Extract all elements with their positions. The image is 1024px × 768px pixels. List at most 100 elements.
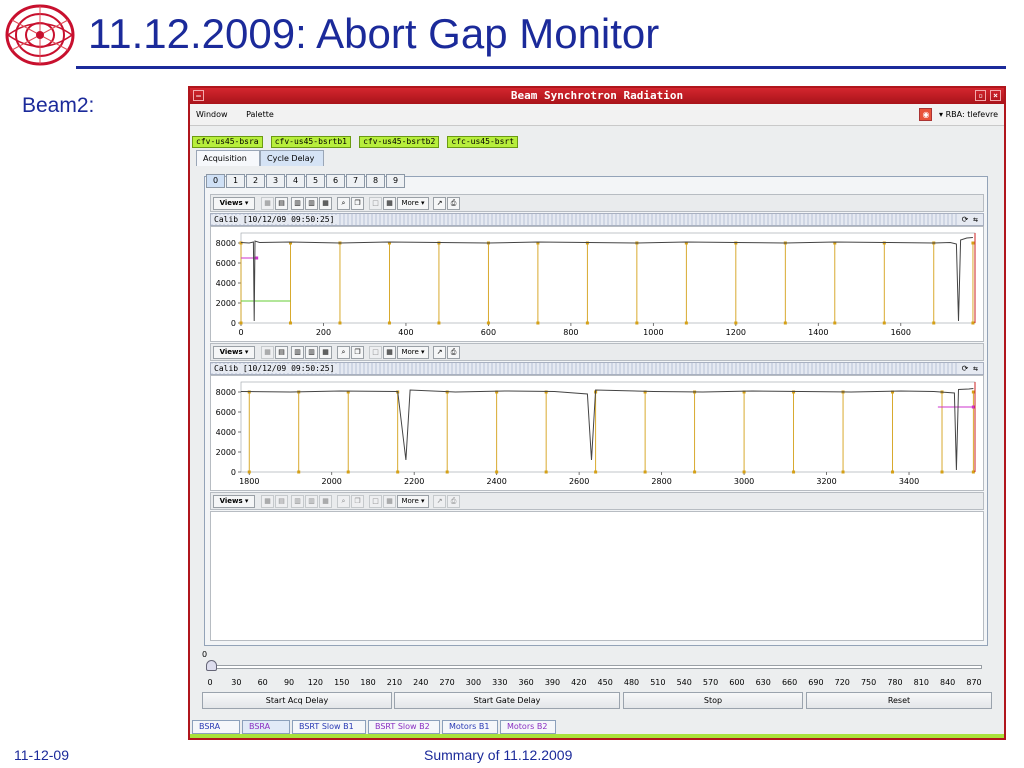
slider-track[interactable] xyxy=(208,665,982,669)
outer-tab-bar: Acquisition Cycle Delay xyxy=(196,150,1004,166)
window-titlebar[interactable]: – Beam Synchrotron Radiation ▫ × xyxy=(190,88,1004,104)
tab-index-2[interactable]: 2 xyxy=(246,174,265,188)
device-chip[interactable]: cfv-us45-bsrtb1 xyxy=(270,136,351,148)
tab-index-7[interactable]: 7 xyxy=(346,174,365,188)
marker-point xyxy=(891,470,895,474)
split-two-icon[interactable]: ▥ xyxy=(305,197,318,210)
reset-button[interactable]: Reset xyxy=(806,692,992,709)
menu-window[interactable]: Window xyxy=(196,110,228,119)
split-two-icon[interactable]: ▥ xyxy=(305,346,318,359)
marker-point xyxy=(971,321,975,325)
slider-tick-label: 0 xyxy=(207,678,213,687)
tab-bsra-b2[interactable]: BSRA B2 xyxy=(242,720,290,738)
slider-tick-label: 60 xyxy=(257,678,268,687)
maximize-icon[interactable]: ▫ xyxy=(975,90,986,101)
slider-tick-label: 570 xyxy=(702,678,719,687)
split-three-icon[interactable]: ▦ xyxy=(319,346,332,359)
tab-index-6[interactable]: 6 xyxy=(326,174,345,188)
marker-point xyxy=(544,470,548,474)
tab-index-4[interactable]: 4 xyxy=(286,174,305,188)
tab-motors-b2[interactable]: Motors B2 xyxy=(500,720,556,734)
tab-index-5[interactable]: 5 xyxy=(306,174,325,188)
marker-point xyxy=(971,470,975,474)
more-button[interactable]: More ▾ xyxy=(397,495,429,508)
print-icon[interactable]: ⎙ xyxy=(447,197,460,210)
y-tick-label: 4000 xyxy=(216,428,236,437)
slider-tick-label: 420 xyxy=(571,678,587,687)
table-icon[interactable]: ▦ xyxy=(383,197,396,210)
close-icon[interactable]: × xyxy=(990,90,1001,101)
tab-bsrt-slow-b1[interactable]: BSRT Slow B1 xyxy=(292,720,366,734)
slider-thumb[interactable] xyxy=(206,660,217,671)
marker-point xyxy=(247,470,251,474)
tab-bsrt-slow-b2[interactable]: BSRT Slow B2 xyxy=(368,720,440,734)
rba-power-icon[interactable]: ◉ xyxy=(919,108,933,121)
more-label: More xyxy=(401,497,419,505)
action-buttons: Start Acq Delay Start Gate Delay Stop Re… xyxy=(202,692,992,710)
split-three-icon[interactable]: ▦ xyxy=(319,197,332,210)
marker-point xyxy=(486,321,490,325)
start-acq-delay-button[interactable]: Start Acq Delay xyxy=(202,692,392,709)
tab-cycle-delay[interactable]: Cycle Delay xyxy=(260,150,324,166)
empty-chart-panel xyxy=(210,511,984,641)
zoom-icon[interactable]: ⌕ xyxy=(337,346,350,359)
tab-index-9[interactable]: 9 xyxy=(386,174,405,188)
stop-button[interactable]: Stop xyxy=(623,692,803,709)
zoom-icon[interactable]: ⌕ xyxy=(337,197,350,210)
blank-icon[interactable]: □ xyxy=(369,197,382,210)
grid-icon[interactable]: ▦ xyxy=(261,346,274,359)
copy-icon[interactable]: ❐ xyxy=(351,197,364,210)
tab-index-1[interactable]: 1 xyxy=(226,174,245,188)
marker-point xyxy=(684,321,688,325)
slider-tick-label: 150 xyxy=(334,678,350,687)
window-menu-icon[interactable]: – xyxy=(193,90,204,101)
blank-icon[interactable]: □ xyxy=(369,346,382,359)
refresh-icon[interactable]: ⟳ ⇆ xyxy=(958,363,981,374)
device-chip[interactable]: cfv-us45-bsrtb2 xyxy=(359,136,440,148)
more-button[interactable]: More ▾ xyxy=(397,346,429,359)
marker-point xyxy=(940,470,944,474)
tab-acquisition[interactable]: Acquisition xyxy=(196,150,260,166)
marker-point xyxy=(971,390,975,394)
print-icon[interactable]: ⎙ xyxy=(447,346,460,359)
delay-slider-area: 0 0 30 60 90 120 150 180 210 240 270 300 330 360 390 4… xyxy=(200,648,990,692)
export-icon[interactable]: ↗ xyxy=(433,197,446,210)
views-button[interactable]: Views ▾ xyxy=(213,197,255,210)
x-tick-label: 3200 xyxy=(816,477,836,486)
device-chip[interactable]: cfv-us45-bsra xyxy=(192,136,263,148)
views-button[interactable]: Views ▾ xyxy=(213,495,255,508)
tab-index-3[interactable]: 3 xyxy=(266,174,285,188)
overlay-magenta-point xyxy=(971,405,975,409)
x-tick-label: 1800 xyxy=(239,477,259,486)
chart-1[interactable]: 0 2000 4000 6000 8000 0 200 400 600 800 1000 1200 14… xyxy=(211,227,983,341)
chart-2[interactable]: 0 2000 4000 6000 8000 1800 2000 2200 2400 2600 280… xyxy=(211,376,983,490)
menu-palette[interactable]: Palette xyxy=(246,110,274,119)
layout-icon[interactable]: ▤ xyxy=(275,346,288,359)
views-label: Views xyxy=(219,497,243,505)
split-one-icon: ▥ xyxy=(291,495,304,508)
tab-motors-b1[interactable]: Motors B1 xyxy=(442,720,498,734)
more-button[interactable]: More ▾ xyxy=(397,197,429,210)
copy-icon[interactable]: ❐ xyxy=(351,346,364,359)
slider-tick-label: 270 xyxy=(439,678,455,687)
tab-index-8[interactable]: 8 xyxy=(366,174,385,188)
views-button[interactable]: Views ▾ xyxy=(213,346,255,359)
slider-tick-label: 360 xyxy=(518,678,534,687)
split-one-icon[interactable]: ▥ xyxy=(291,197,304,210)
rba-dropdown-icon[interactable]: ▾ xyxy=(939,110,943,119)
table-icon[interactable]: ▦ xyxy=(383,346,396,359)
grid-icon[interactable]: ▦ xyxy=(261,197,274,210)
start-gate-delay-button[interactable]: Start Gate Delay xyxy=(394,692,620,709)
layout-icon[interactable]: ▤ xyxy=(275,197,288,210)
split-one-icon[interactable]: ▥ xyxy=(291,346,304,359)
export-icon[interactable]: ↗ xyxy=(433,346,446,359)
beam-label: Beam2: xyxy=(22,94,95,117)
marker-point xyxy=(396,470,400,474)
marker-point xyxy=(971,241,975,245)
slider-tick-label: 780 xyxy=(887,678,903,687)
refresh-icon[interactable]: ⟳ ⇆ xyxy=(958,214,981,225)
tab-index-0[interactable]: 0 xyxy=(206,174,225,188)
marker-point xyxy=(833,321,837,325)
tab-bsra-b1[interactable]: BSRA B1 xyxy=(192,720,240,738)
device-chip[interactable]: cfc-us45-bsrt xyxy=(447,136,519,148)
